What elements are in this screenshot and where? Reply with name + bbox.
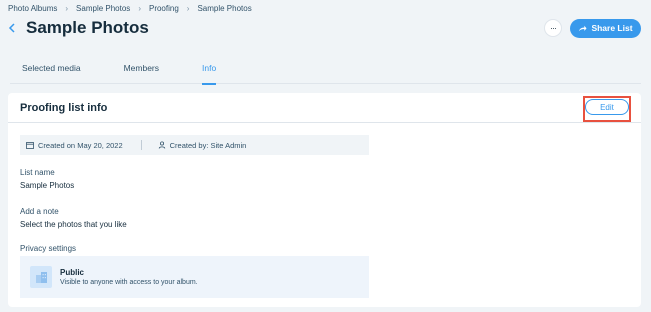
more-actions-button[interactable]: ··· — [544, 19, 562, 37]
tab-info[interactable]: Info — [190, 60, 217, 85]
privacy-description: Visible to anyone with access to your al… — [60, 279, 198, 286]
privacy-option: Public Visible to anyone with access to … — [20, 256, 369, 298]
created-on: Created on May 20, 2022 — [20, 141, 123, 150]
page-title: Sample Photos — [26, 18, 149, 37]
created-on-text: Created on May 20, 2022 — [38, 140, 123, 150]
created-by: Created by: Site Admin — [158, 140, 247, 150]
meta-divider — [140, 140, 142, 150]
note-label: Add a note — [20, 207, 59, 216]
back-button[interactable] — [8, 17, 20, 39]
privacy-title: Public — [60, 268, 85, 277]
breadcrumb-photo-albums[interactable]: Photo Albums — [8, 4, 57, 13]
share-list-label: Share List — [591, 23, 633, 33]
tab-selected-media[interactable]: Selected media — [10, 60, 81, 84]
breadcrumb: Photo Albums › Sample Photos › Proofing … — [8, 4, 252, 13]
page-header: Sample Photos ··· Share List — [8, 17, 641, 39]
share-icon — [579, 25, 587, 31]
chevron-left-icon — [8, 23, 15, 33]
proofing-info-card: Proofing list info Edit Created on May 2… — [8, 93, 641, 307]
tab-members[interactable]: Members — [112, 60, 159, 84]
card-title: Proofing list info — [20, 101, 108, 114]
breadcrumb-proofing[interactable]: Proofing — [149, 4, 179, 13]
calendar-icon — [26, 142, 34, 149]
share-list-button[interactable]: Share List — [570, 18, 641, 38]
note-value: Select the photos that you like — [20, 220, 127, 229]
breadcrumb-separator-icon: › — [65, 4, 69, 13]
breadcrumb-separator-icon: › — [186, 4, 190, 13]
list-name-label: List name — [20, 168, 55, 177]
breadcrumb-separator-icon: › — [138, 4, 141, 13]
breadcrumb-current: Sample Photos — [197, 4, 252, 13]
privacy-settings-label: Privacy settings — [20, 244, 77, 253]
list-name-value: Sample Photos — [20, 181, 75, 190]
building-icon — [30, 266, 52, 288]
header-actions: ··· Share List — [544, 18, 641, 38]
tab-bar: Selected media Members Info — [10, 60, 641, 85]
card-header: Proofing list info Edit — [8, 93, 641, 123]
creation-meta: Created on May 20, 2022 Created by: Site… — [20, 135, 369, 155]
created-by-text: Created by: Site Admin — [169, 140, 247, 150]
user-icon — [158, 141, 165, 149]
privacy-text: Public Visible to anyone with access to … — [60, 268, 198, 286]
edit-button[interactable]: Edit — [585, 99, 629, 115]
breadcrumb-sample-photos[interactable]: Sample Photos — [76, 4, 130, 13]
